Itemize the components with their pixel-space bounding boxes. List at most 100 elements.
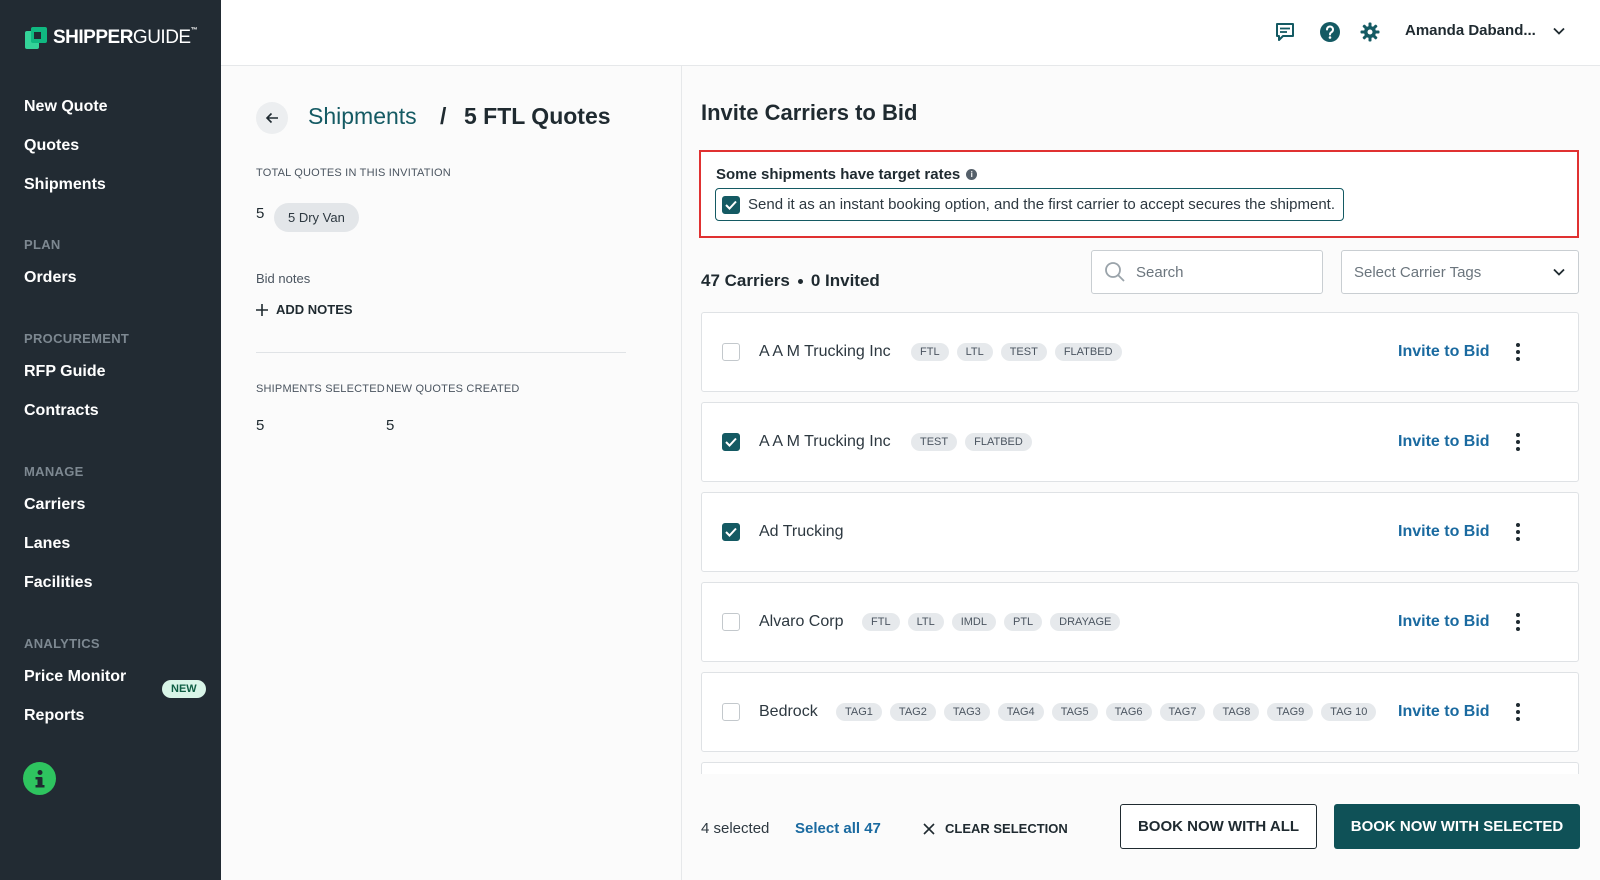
invited-total: 0 Invited xyxy=(810,271,880,290)
nav-new-quote[interactable]: New Quote xyxy=(24,98,108,116)
shipments-selected-label: SHIPMENTS SELECTED xyxy=(256,383,385,395)
carrier-checkbox[interactable] xyxy=(722,703,740,721)
nav-quotes[interactable]: Quotes xyxy=(24,137,79,155)
nav-reports[interactable]: Reports xyxy=(24,707,84,725)
add-notes-label: ADD NOTES xyxy=(276,302,353,317)
invite-to-bid-link[interactable]: Invite to Bid xyxy=(1398,703,1490,721)
nav-carriers[interactable]: Carriers xyxy=(24,496,85,514)
help-icon[interactable] xyxy=(1318,20,1342,44)
carrier-name: Alvaro Corp xyxy=(759,613,844,630)
carrier-tags: FTL LTL TEST FLATBED xyxy=(911,343,1122,361)
carrier-tags: TEST FLATBED xyxy=(911,433,1032,451)
carrier-row: A A M Trucking Inc FTL LTL TEST FLATBED Invit… xyxy=(701,312,1579,392)
section-procurement: PROCUREMENT xyxy=(24,331,130,346)
carrier-total: 47 Carriers xyxy=(701,271,790,290)
target-rates-notice: Some shipments have target rates i Send … xyxy=(699,150,1579,238)
more-options-icon[interactable] xyxy=(1510,521,1526,543)
carrier-tag: IMDL xyxy=(951,613,996,631)
carrier-count: 47 Carriers 0 Invited xyxy=(701,271,880,291)
invite-carriers-panel: Invite Carriers to Bid Some shipments ha… xyxy=(683,66,1600,880)
target-rates-title: Some shipments have target rates i xyxy=(716,166,978,183)
clear-selection-label: CLEAR SELECTION xyxy=(945,821,1068,836)
book-now-all-button[interactable]: BOOK NOW WITH ALL xyxy=(1120,804,1317,849)
chevron-down-icon xyxy=(1553,268,1565,276)
instant-booking-option[interactable]: Send it as an instant booking option, an… xyxy=(715,188,1344,221)
book-now-selected-button[interactable]: BOOK NOW WITH SELECTED xyxy=(1334,804,1580,849)
more-options-icon[interactable] xyxy=(1510,611,1526,633)
breadcrumb-current: 5 FTL Quotes xyxy=(464,103,611,129)
carrier-name: A A M Trucking Inc xyxy=(759,433,891,450)
total-quotes-value: 5 xyxy=(256,205,265,222)
carrier-checkbox[interactable] xyxy=(722,343,740,361)
more-options-icon[interactable] xyxy=(1510,431,1526,453)
carrier-tag: FTL xyxy=(911,343,949,361)
search-icon xyxy=(1105,262,1125,282)
instant-booking-label: Send it as an instant booking option, an… xyxy=(748,196,1335,213)
close-icon xyxy=(923,822,935,835)
carrier-tag: TAG4 xyxy=(997,703,1044,721)
user-menu-name[interactable]: Amanda Daband... xyxy=(1405,22,1536,39)
divider xyxy=(256,352,626,353)
chat-icon[interactable] xyxy=(1273,20,1297,44)
carrier-tag: TAG1 xyxy=(836,703,882,721)
invite-to-bid-link[interactable]: Invite to Bid xyxy=(1398,613,1490,631)
breadcrumb-separator: / xyxy=(440,103,447,129)
clear-selection-button[interactable]: CLEAR SELECTION xyxy=(923,821,1068,836)
chevron-down-icon[interactable] xyxy=(1552,24,1566,43)
section-analytics: ANALYTICS xyxy=(24,636,100,651)
invite-to-bid-link[interactable]: Invite to Bid xyxy=(1398,523,1490,541)
page-title: Invite Carriers to Bid xyxy=(701,100,918,125)
back-button[interactable] xyxy=(256,102,288,134)
carrier-checkbox[interactable] xyxy=(722,433,740,451)
carrier-tag: PTL xyxy=(1003,613,1043,631)
invite-to-bid-link[interactable]: Invite to Bid xyxy=(1398,433,1490,451)
add-notes-button[interactable]: ADD NOTES xyxy=(256,302,353,317)
info-icon[interactable] xyxy=(23,762,56,795)
carrier-tag: DRAYAGE xyxy=(1050,613,1121,631)
carrier-tags-select[interactable]: Select Carrier Tags xyxy=(1341,250,1579,294)
nav-lanes[interactable]: Lanes xyxy=(24,535,70,553)
carrier-tag: TAG6 xyxy=(1105,703,1152,721)
breadcrumb-shipments-link[interactable]: Shipments xyxy=(308,103,417,130)
carrier-tag: TEST xyxy=(911,433,958,451)
carrier-row xyxy=(701,762,1579,774)
carrier-checkbox[interactable] xyxy=(722,523,740,541)
bid-notes-label: Bid notes xyxy=(256,271,311,286)
invite-to-bid-link[interactable]: Invite to Bid xyxy=(1398,343,1490,361)
top-bar: Amanda Daband... xyxy=(221,0,1600,66)
carrier-name: Bedrock xyxy=(759,703,818,720)
nav-facilities[interactable]: Facilities xyxy=(24,574,92,592)
nav-shipments[interactable]: Shipments xyxy=(24,176,106,194)
nav-contracts[interactable]: Contracts xyxy=(24,402,99,420)
more-options-icon[interactable] xyxy=(1510,341,1526,363)
section-plan: PLAN xyxy=(24,237,61,252)
more-options-icon[interactable] xyxy=(1510,701,1526,723)
carrier-name: Ad Trucking xyxy=(759,523,844,540)
carrier-row: Alvaro Corp FTL LTL IMDL PTL DRAYAGE Invite to… xyxy=(701,582,1579,662)
arrow-left-icon xyxy=(265,112,278,124)
carrier-tag: TAG9 xyxy=(1267,703,1314,721)
selected-count: 4 selected xyxy=(701,820,770,837)
search-input[interactable] xyxy=(1136,263,1296,281)
gear-icon[interactable] xyxy=(1358,20,1382,44)
total-quotes-label: TOTAL QUOTES IN THIS INVITATION xyxy=(256,167,451,179)
carrier-checkbox[interactable] xyxy=(722,613,740,631)
carrier-row: Ad Trucking Invite to Bid xyxy=(701,492,1579,572)
selection-footer: 4 selected Select all 47 CLEAR SELECTION… xyxy=(683,779,1600,880)
carrier-tag: TAG5 xyxy=(1051,703,1098,721)
nav-rfp-guide[interactable]: RFP Guide xyxy=(24,363,106,381)
carrier-search[interactable] xyxy=(1091,250,1323,294)
sidebar: SHIPPERGUIDE™ New Quote Quotes Shipments… xyxy=(0,0,221,880)
carrier-tags-placeholder: Select Carrier Tags xyxy=(1354,263,1482,281)
nav-price-monitor[interactable]: Price Monitor xyxy=(24,668,126,686)
info-icon[interactable]: i xyxy=(966,169,978,180)
select-all-link[interactable]: Select all 47 xyxy=(795,820,881,837)
carrier-tag: TAG2 xyxy=(889,703,936,721)
carrier-name: A A M Trucking Inc xyxy=(759,343,891,360)
logo-mark-icon xyxy=(25,27,47,49)
carrier-tag: TAG7 xyxy=(1159,703,1206,721)
nav-orders[interactable]: Orders xyxy=(24,269,76,287)
instant-booking-checkbox[interactable] xyxy=(722,195,740,214)
equipment-pill: 5 Dry Van xyxy=(274,203,359,232)
app-logo[interactable]: SHIPPERGUIDE™ xyxy=(25,27,198,49)
